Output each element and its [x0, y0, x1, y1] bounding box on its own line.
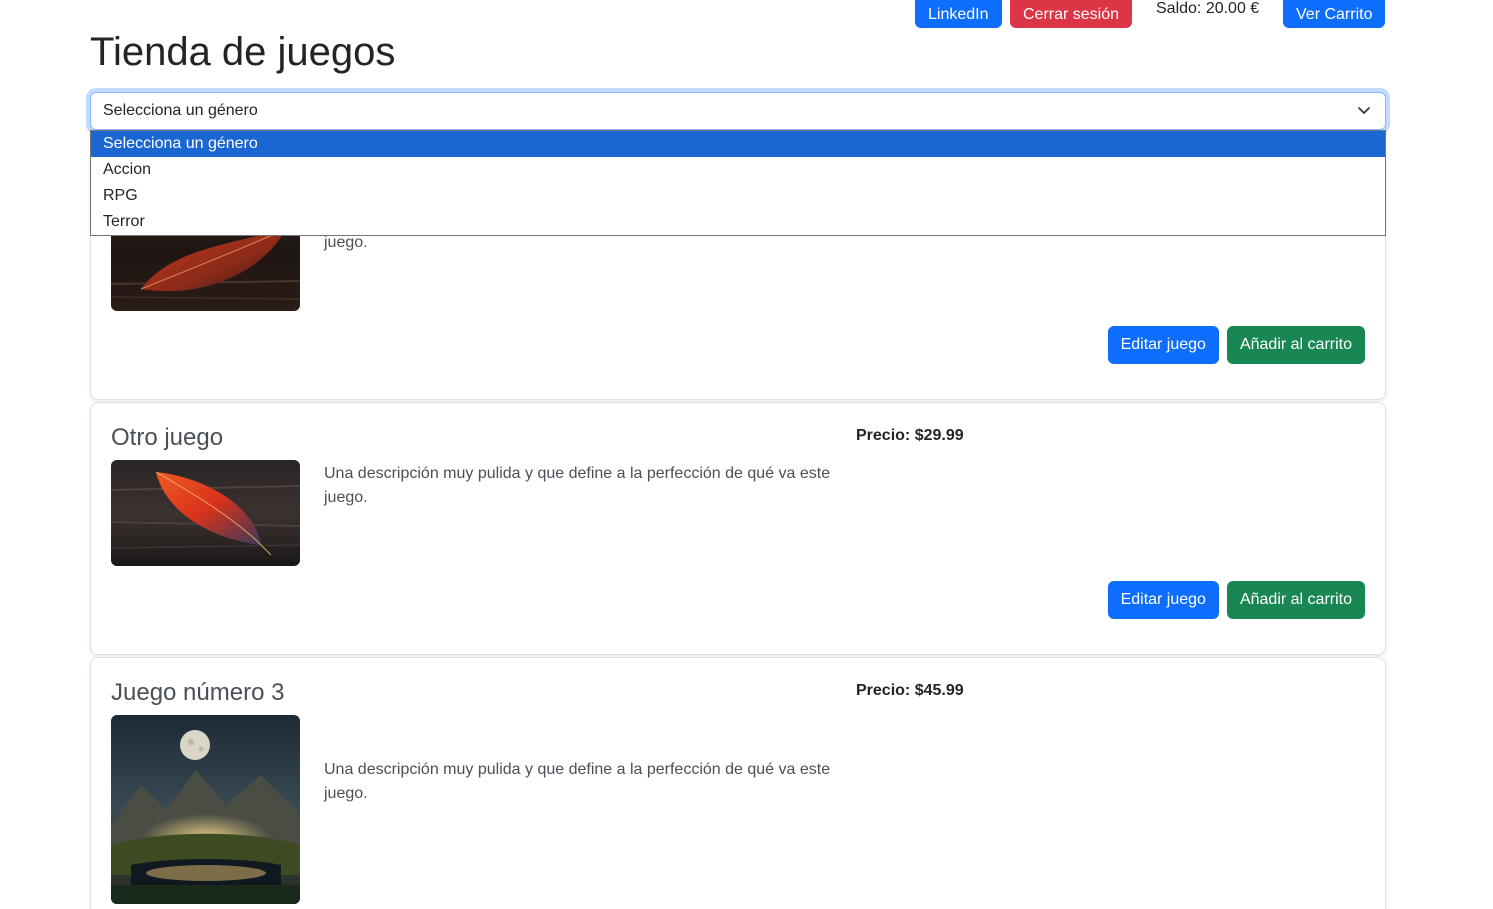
- genre-option[interactable]: RPG: [91, 183, 1385, 209]
- game-description: Una descripción muy pulida y que define …: [324, 761, 831, 802]
- chevron-down-icon: [1358, 107, 1370, 114]
- game-card: Otro juego Precio: $29.99 Una descripció…: [90, 402, 1386, 655]
- game-image-moon: [111, 715, 300, 904]
- game-title: Otro juego: [111, 424, 224, 451]
- linkedin-button[interactable]: LinkedIn: [915, 0, 1002, 28]
- game-title: Juego número 3: [111, 679, 285, 706]
- game-card: Juego número 3 Precio: $45.99 Una descri…: [90, 657, 1386, 909]
- game-description: Una descripción muy pulida y que define …: [324, 465, 831, 506]
- game-image-leaf: [111, 460, 300, 566]
- add-to-cart-button[interactable]: Añadir al carrito: [1226, 326, 1365, 364]
- logout-button[interactable]: Cerrar sesión: [1010, 0, 1133, 28]
- edit-game-button[interactable]: Editar juego: [1107, 581, 1219, 619]
- balance-text: Saldo: 20.00 €: [1156, 0, 1260, 17]
- genre-dropdown-list: Selecciona un género Accion RPG Terror: [90, 130, 1386, 236]
- genre-select-value: Selecciona un género: [103, 102, 258, 119]
- genre-select[interactable]: Selecciona un género: [90, 92, 1386, 130]
- game-price: Precio: $29.99: [856, 427, 964, 444]
- genre-option[interactable]: Selecciona un género: [91, 131, 1385, 157]
- add-to-cart-button[interactable]: Añadir al carrito: [1226, 581, 1365, 619]
- page-title: Tienda de juegos: [90, 30, 396, 74]
- genre-option[interactable]: Accion: [91, 157, 1385, 183]
- genre-option[interactable]: Terror: [91, 209, 1385, 235]
- game-price: Precio: $45.99: [856, 682, 964, 699]
- game-image: [111, 460, 300, 566]
- game-image: [111, 715, 300, 904]
- game-actions: Editar juego Añadir al carrito: [1107, 581, 1365, 619]
- edit-game-button[interactable]: Editar juego: [1107, 326, 1219, 364]
- page: LinkedIn Cerrar sesión Saldo: 20.00 € Ve…: [0, 0, 1493, 909]
- game-actions: Editar juego Añadir al carrito: [1107, 326, 1365, 364]
- view-cart-button[interactable]: Ver Carrito: [1283, 0, 1386, 28]
